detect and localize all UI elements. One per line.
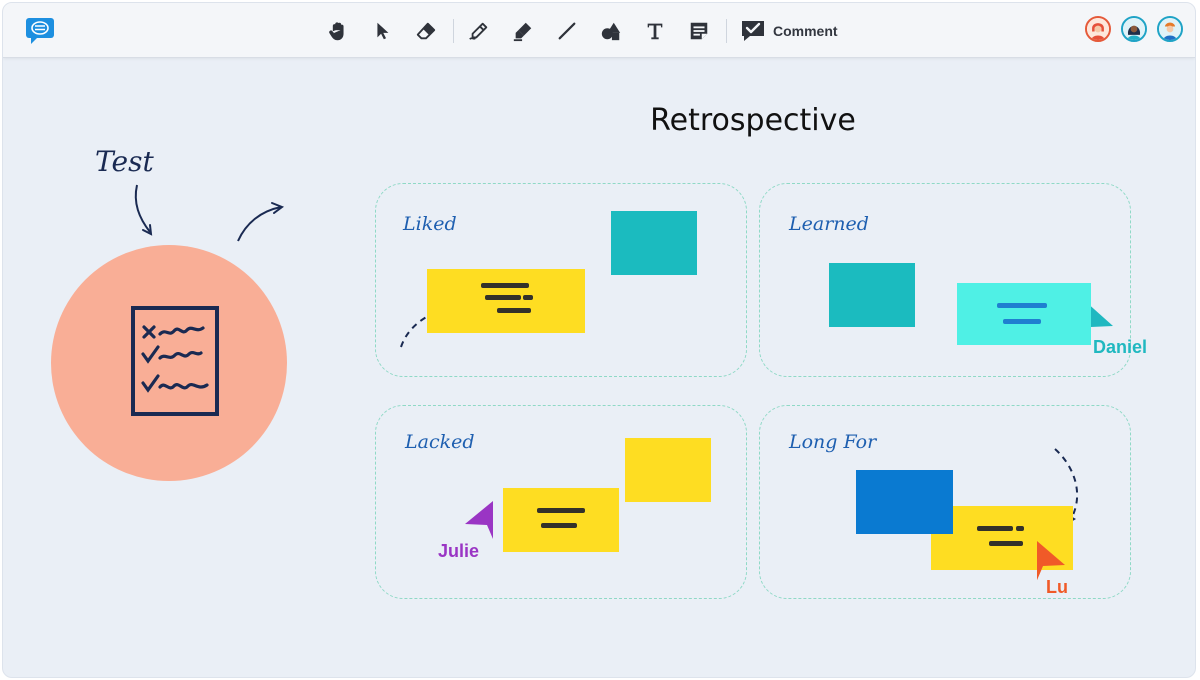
note-text-line: [997, 303, 1047, 308]
sticky-note-blue[interactable]: [856, 470, 953, 534]
note-text-line: [523, 295, 533, 300]
sticky-note-yellow[interactable]: [503, 488, 619, 552]
note-text-line: [485, 295, 521, 300]
note-text-line: [1003, 319, 1041, 324]
zone-label-liked: Liked: [403, 213, 457, 235]
note-text-line: [977, 526, 1013, 531]
sticky-note-yellow[interactable]: [427, 269, 585, 333]
test-circle: [51, 245, 287, 481]
cursor-name-lu: Lu: [1046, 577, 1068, 597]
arrow-test-to-circle: [134, 184, 151, 233]
zone-label-learned: Learned: [789, 213, 869, 235]
note-text-line: [541, 523, 577, 528]
sticky-note-teal[interactable]: [829, 263, 915, 327]
note-text-line: [537, 508, 585, 513]
zone-label-long-for: Long For: [789, 431, 877, 453]
whiteboard-app: Comment Retrospective Test Liked Learned…: [2, 2, 1196, 678]
note-text-line: [481, 283, 529, 288]
note-text-line: [989, 541, 1023, 546]
note-text-line: [497, 308, 531, 313]
sticky-note-cyan[interactable]: [957, 283, 1091, 345]
zone-label-lacked: Lacked: [405, 431, 475, 453]
sticky-note-teal[interactable]: [611, 211, 697, 275]
cursor-name-julie: Julie: [438, 541, 480, 561]
cursor-name-daniel: Daniel: [1093, 337, 1148, 357]
note-text-line: [1016, 526, 1024, 531]
sticky-note-yellow[interactable]: [625, 438, 711, 502]
